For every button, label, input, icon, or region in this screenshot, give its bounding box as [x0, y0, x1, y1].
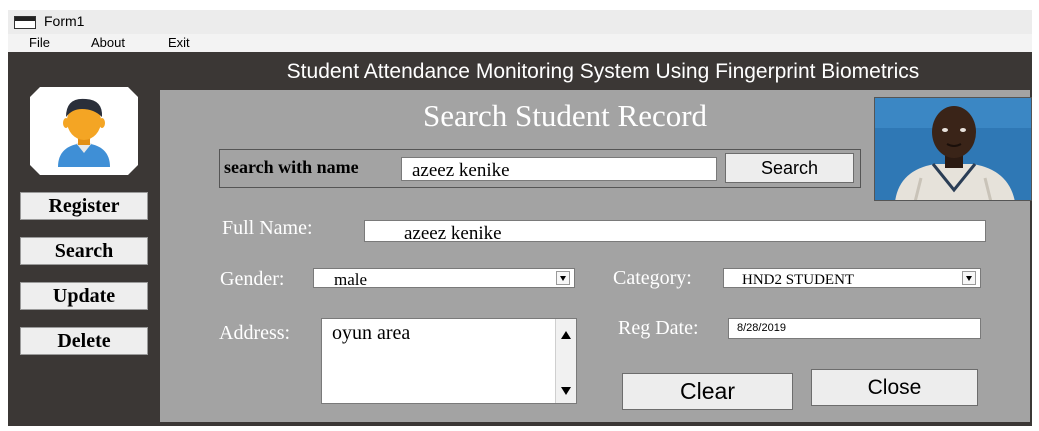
window-icon [14, 16, 36, 29]
student-photo [874, 97, 1032, 201]
menu-exit[interactable]: Exit [168, 35, 190, 50]
form-title: Search Student Record [422, 98, 708, 133]
scroll-down-arrow-icon[interactable] [561, 387, 571, 395]
clear-button[interactable]: Clear [622, 373, 793, 410]
window-titlebar: Form1 [8, 10, 1032, 34]
app-header-title: Student Attendance Monitoring System Usi… [286, 60, 920, 83]
address-scrollbar[interactable] [555, 319, 576, 403]
category-select-value: HND2 STUDENT [742, 272, 855, 288]
menu-about[interactable]: About [91, 35, 125, 50]
search-input[interactable]: azeez kenike [401, 157, 717, 181]
search-label: search with name [224, 157, 359, 177]
address-value: oyun area [332, 322, 411, 344]
user-avatar-icon [30, 87, 138, 175]
close-button[interactable]: Close [811, 369, 978, 406]
category-select[interactable]: HND2 STUDENT [723, 268, 981, 288]
fullname-label: Full Name: [222, 217, 313, 239]
gender-select-value: male [334, 270, 368, 288]
category-dropdown-arrow-icon[interactable] [962, 271, 976, 285]
category-label: Category: [613, 267, 692, 289]
update-button[interactable]: Update [20, 282, 148, 310]
scroll-up-arrow-icon[interactable] [561, 331, 571, 339]
window-title: Form1 [44, 13, 85, 29]
address-textarea[interactable]: oyun area [321, 318, 577, 404]
menu-file[interactable]: File [29, 35, 50, 50]
search-button[interactable]: Search [725, 153, 854, 183]
fullname-field[interactable]: azeez kenike [364, 220, 986, 242]
search-nav-button[interactable]: Search [20, 237, 148, 265]
menu-bar: File About Exit [8, 34, 1032, 52]
gender-label: Gender: [220, 268, 285, 290]
address-label: Address: [219, 322, 291, 344]
regdate-field[interactable]: 8/28/2019 [728, 318, 981, 339]
gender-select[interactable]: male [313, 268, 575, 288]
gender-dropdown-arrow-icon[interactable] [556, 271, 570, 285]
regdate-label: Reg Date: [618, 317, 699, 339]
register-button[interactable]: Register [20, 192, 148, 220]
delete-button[interactable]: Delete [20, 327, 148, 355]
